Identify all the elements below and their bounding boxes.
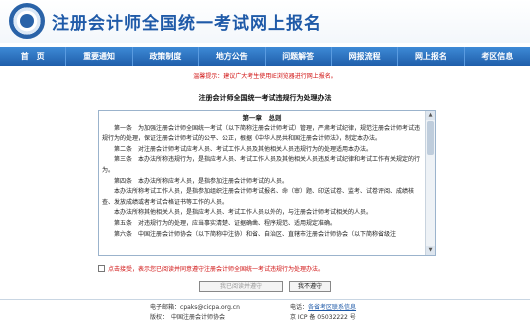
accept-button[interactable]: 我已阅读并遵守: [199, 281, 283, 292]
rules-scrollbar[interactable]: ▲ ▼: [425, 111, 435, 255]
icp-text: 京 ICP 备 05032222 号: [290, 314, 356, 321]
nav-item-faq[interactable]: 问题解答: [266, 47, 332, 66]
nav-item-home[interactable]: 首 页: [0, 47, 67, 66]
contact-label: 电话：: [290, 304, 309, 311]
browser-notice: 温馨提示：建议广大考生使用IE浏览器进行网上报名。: [193, 73, 337, 80]
main-nav: 首 页 重要通知 政策制度 地方公告 问题解答 网报流程 网上报名 考区信息: [0, 47, 530, 66]
site-title: 注册会计师全国统一考试网上报名: [52, 14, 322, 34]
footer-divider: [0, 299, 530, 300]
rules-text-area[interactable]: 第一章 总则 第一条 为加强注册会计师全国统一考试（以下简称注册会计师考试）管理…: [98, 110, 436, 256]
cicpa-logo-icon: [9, 3, 45, 39]
site-header: 注册会计师全国统一考试网上报名: [0, 0, 530, 43]
copyright-text: 版权： 中国注册会计师协会: [150, 314, 226, 321]
rule-paragraph: 第二条 对注册会计师考试应考人员、考试工作人员及其他相关人员违规行为的处理适用本…: [114, 145, 373, 153]
rules-content: 第一章 总则 第一条 为加强注册会计师全国统一考试（以下简称注册会计师考试）管理…: [102, 113, 422, 240]
scroll-thumb[interactable]: [427, 121, 434, 155]
rule-paragraph: 本办法所称考试工作人员，是指参加组织注册会计师考试报名、命（审）题、印送试卷、监…: [102, 188, 415, 206]
document-title: 注册会计师全国统一考试违规行为处理办法: [198, 94, 332, 102]
email-label: 电子邮箱：: [150, 304, 181, 311]
rule-paragraph: 第四条 本办法所称应考人员，是指参加注册会计师考试的人员。: [114, 177, 289, 185]
rule-paragraph: 本办法所称其他相关人员，是指应考人员、考试工作人员以外的，与注册会计师考试相关的…: [114, 209, 373, 217]
scroll-down-arrow-icon[interactable]: ▼: [426, 246, 435, 255]
agree-row: 点击接受，表示您已阅读并同意遵守注册会计师全国统一考试违规行为处理办法。: [98, 264, 438, 273]
rule-paragraph: 第五条 对违规行为的处理，应当事实清楚、证据确凿、程序规范、适用规定准确。: [114, 219, 337, 227]
rule-paragraph: 第三条 本办法所称违规行为，是指应考人员、考试工作人员及其他相关人员违反考试纪律…: [102, 156, 421, 174]
button-row: 我已阅读并遵守 我不遵守: [0, 281, 530, 292]
reject-button[interactable]: 我不遵守: [289, 281, 331, 292]
contact-info-link[interactable]: 各省考区联系信息: [308, 304, 356, 311]
nav-item-process[interactable]: 网报流程: [332, 47, 399, 66]
nav-item-registration[interactable]: 网上报名: [398, 47, 465, 66]
scroll-up-arrow-icon[interactable]: ▲: [426, 111, 435, 120]
email-link[interactable]: cpaks@cicpa.org.cn: [180, 304, 240, 311]
nav-item-exam-area-info[interactable]: 考区信息: [465, 47, 530, 66]
rule-paragraph: 第六条 中国注册会计师协会（以下简称中注协）和省、自治区、直辖市注册会计师协会（…: [114, 230, 397, 238]
agree-checkbox[interactable]: [98, 265, 105, 272]
nav-item-notices[interactable]: 重要通知: [66, 47, 133, 66]
chapter-heading: 第一章 总则: [242, 114, 282, 122]
nav-item-policies[interactable]: 政策制度: [133, 47, 200, 66]
nav-item-local-announcements[interactable]: 地方公告: [199, 47, 266, 66]
agree-text: 点击接受，表示您已阅读并同意遵守注册会计师全国统一考试违规行为处理办法。: [108, 266, 325, 273]
rule-paragraph: 第一条 为加强注册会计师全国统一考试（以下简称注册会计师考试）管理，严肃考试纪律…: [102, 124, 421, 143]
